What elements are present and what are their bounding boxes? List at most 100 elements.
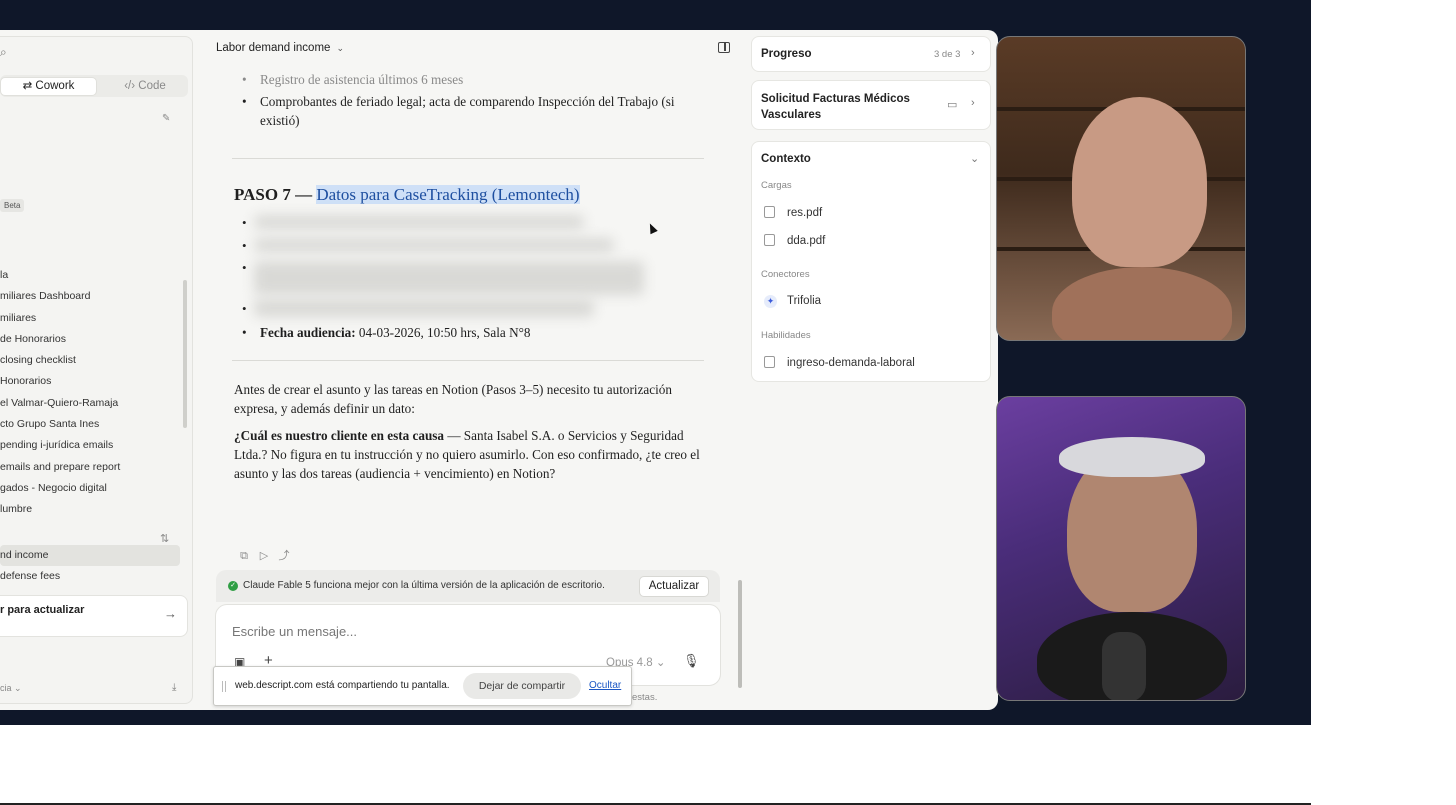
skill-icon bbox=[764, 356, 775, 368]
uploads-label: Cargas bbox=[761, 180, 792, 191]
new-task-icon[interactable]: ✎ bbox=[162, 113, 174, 125]
connectors-label: Conectores bbox=[761, 269, 810, 280]
divider bbox=[232, 158, 704, 159]
banner-text: Claude Fable 5 funciona mejor con la últ… bbox=[243, 580, 605, 591]
file-name: dda.pdf bbox=[787, 235, 826, 247]
task-title: Solicitud Facturas Médicos Vasculares bbox=[761, 93, 910, 121]
progress-card[interactable]: Progreso 3 de 3 › bbox=[751, 36, 991, 72]
fecha-value: 04-03-2026, 10:50 hrs, Sala N°8 bbox=[355, 325, 531, 340]
tab-cowork[interactable]: ⇄ Cowork bbox=[0, 77, 97, 96]
tab-code-label: Code bbox=[138, 80, 166, 92]
progress-title: Progreso bbox=[761, 48, 812, 60]
sidebar-item[interactable]: miliares Dashboard bbox=[0, 286, 180, 307]
file-icon bbox=[764, 206, 775, 218]
recents-list: nd income defense fees bbox=[0, 545, 180, 588]
sidebar-scrollbar[interactable] bbox=[183, 280, 187, 428]
copy-icon[interactable]: ⧉ bbox=[234, 550, 254, 563]
sidebar-item[interactable]: Honorarios bbox=[0, 371, 180, 392]
panel-toggle-icon[interactable] bbox=[718, 42, 730, 53]
hide-link[interactable]: Ocultar bbox=[589, 680, 621, 691]
heading-highlight: Datos para CaseTracking (Lemontech) bbox=[316, 185, 580, 204]
workspace-label-text: cia bbox=[0, 683, 12, 693]
recent-item-selected[interactable]: nd income bbox=[0, 545, 180, 567]
heading-prefix: PASO 7 — bbox=[234, 185, 317, 204]
arrow-right-icon: → bbox=[164, 606, 177, 621]
skill-name: ingreso-demanda-laboral bbox=[787, 357, 915, 369]
chevron-right-icon: › bbox=[971, 47, 975, 59]
divider bbox=[232, 360, 704, 361]
screen-backdrop: ⌕ ⇄ Cowork ‹/› Code ✎ Beta la miliares D… bbox=[0, 0, 1311, 725]
main-scrollbar[interactable] bbox=[738, 580, 742, 688]
recent-item[interactable]: defense fees bbox=[0, 566, 180, 587]
microphone-icon[interactable]: 🎙 bbox=[683, 653, 700, 669]
file-icon bbox=[764, 234, 775, 246]
microphone bbox=[1102, 632, 1146, 700]
trifolia-icon: ✦ bbox=[764, 295, 777, 308]
list-item: Comprobantes de feriado legal; acta de c… bbox=[234, 92, 704, 130]
message-paragraph: Antes de crear el asunto y las tareas en… bbox=[234, 382, 672, 416]
context-card: Contexto ⌄ Cargas res.pdf dda.pdf Conect… bbox=[751, 141, 991, 382]
headphones bbox=[1059, 437, 1205, 477]
task-card[interactable]: Solicitud Facturas Médicos Vasculares ▭ … bbox=[751, 80, 991, 130]
chevron-right-icon: › bbox=[971, 97, 975, 109]
sidebar-item[interactable]: pending i-jurídica emails bbox=[0, 435, 180, 456]
sidebar-item[interactable]: miliares bbox=[0, 308, 180, 329]
context-title: Contexto bbox=[761, 153, 811, 165]
list-item: Fecha audiencia: 04-03-2026, 10:50 hrs, … bbox=[234, 323, 704, 342]
progress-count: 3 de 3 bbox=[934, 49, 961, 60]
message-paragraph: ¿Cuál es nuestro cliente en esta causa —… bbox=[234, 426, 704, 483]
skill-item[interactable]: ingreso-demanda-laboral bbox=[764, 356, 915, 369]
sidebar-item[interactable]: lumbre bbox=[0, 499, 180, 520]
drag-handle-icon[interactable] bbox=[222, 681, 226, 692]
tab-code[interactable]: ‹/› Code bbox=[104, 77, 186, 96]
connector-item[interactable]: ✦ Trifolia bbox=[764, 295, 821, 308]
message-actions: ⧉ ▷ ⤴ bbox=[234, 547, 304, 563]
footnote-text: estas. bbox=[632, 692, 658, 703]
code-icon: ‹/› bbox=[124, 80, 139, 92]
share-text: web.descript.com está compartiendo tu pa… bbox=[235, 680, 450, 691]
cowork-icon: ⇄ bbox=[22, 80, 36, 92]
chevron-down-icon: ⌄ bbox=[336, 43, 344, 53]
play-icon[interactable]: ▷ bbox=[254, 549, 274, 562]
filter-icon[interactable]: ⇅ bbox=[160, 532, 169, 545]
question-bold: ¿Cuál es nuestro cliente en esta causa bbox=[234, 428, 445, 443]
participant-shoulders bbox=[1052, 267, 1232, 340]
search-icon[interactable]: ⌕ bbox=[0, 45, 7, 60]
sidebar-item[interactable]: la bbox=[0, 265, 180, 286]
screen-share-bar: web.descript.com está compartiendo tu pa… bbox=[213, 666, 632, 706]
file-item[interactable]: res.pdf bbox=[764, 206, 822, 219]
file-name: res.pdf bbox=[787, 207, 823, 219]
app-window: ⌕ ⇄ Cowork ‹/› Code ✎ Beta la miliares D… bbox=[0, 30, 998, 710]
check-circle-icon: ✓ bbox=[228, 581, 238, 591]
assistant-message: Registro de asistencia últimos 6 meses C… bbox=[232, 70, 704, 491]
tab-cowork-label: Cowork bbox=[35, 80, 75, 92]
list-item: Registro de asistencia últimos 6 meses bbox=[234, 70, 704, 89]
message-input[interactable]: Escribe un mensaje... bbox=[232, 624, 357, 639]
update-card-label: r para actualizar bbox=[0, 604, 85, 616]
sidebar-item[interactable]: gados - Negocio digital bbox=[0, 478, 180, 499]
workspace-label[interactable]: cia ⌄ bbox=[0, 683, 22, 694]
video-tile-participant-2 bbox=[996, 396, 1246, 701]
update-banner: ✓ Claude Fable 5 funciona mejor con la ú… bbox=[216, 570, 720, 602]
chevron-down-icon[interactable]: ⌄ bbox=[970, 152, 979, 165]
chevron-down-icon: ⌄ bbox=[14, 683, 22, 693]
skills-label: Habilidades bbox=[761, 330, 811, 341]
update-card[interactable]: r para actualizar → bbox=[0, 595, 188, 637]
sidebar-item[interactable]: cto Grupo Santa Ines bbox=[0, 414, 180, 435]
sidebar: ⌕ ⇄ Cowork ‹/› Code ✎ Beta la miliares D… bbox=[0, 36, 193, 704]
file-item[interactable]: dda.pdf bbox=[764, 234, 825, 247]
video-tile-participant-1 bbox=[996, 36, 1246, 341]
stop-sharing-button[interactable]: Dejar de compartir bbox=[463, 673, 581, 699]
participant-face bbox=[1072, 97, 1207, 267]
sidebar-item[interactable]: emails and prepare report bbox=[0, 457, 180, 478]
redacted-content: • • • • bbox=[234, 211, 704, 321]
sidebar-item[interactable]: el Valmar-Quiero-Ramaja bbox=[0, 393, 180, 414]
sidebar-item[interactable]: closing checklist bbox=[0, 350, 180, 371]
download-icon[interactable]: ⤓ bbox=[172, 682, 176, 693]
update-button[interactable]: Actualizar bbox=[639, 576, 709, 597]
beta-badge: Beta bbox=[0, 199, 25, 212]
chat-title[interactable]: Labor demand income ⌄ bbox=[216, 42, 344, 54]
sidebar-item[interactable]: de Honorarios bbox=[0, 329, 180, 350]
folder-icon[interactable]: ▭ bbox=[947, 98, 957, 111]
share-icon[interactable]: ⤴ bbox=[274, 547, 294, 563]
